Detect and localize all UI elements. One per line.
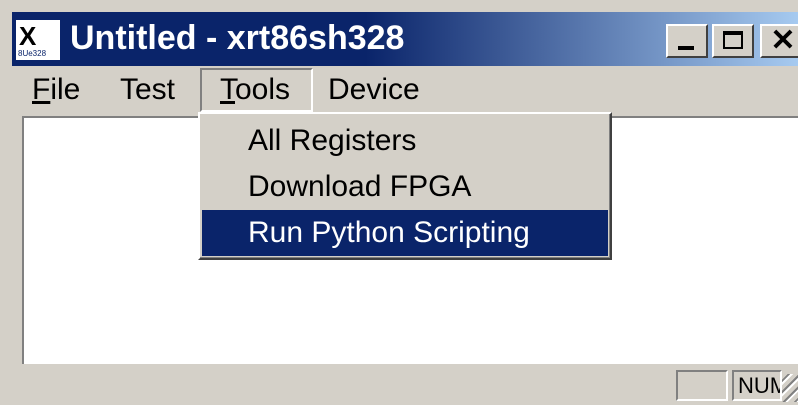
tools-dropdown-menu: All Registers Download FPGA Run Python S…: [198, 112, 612, 260]
title-bar[interactable]: X 8Ue328 Untitled - xrt86sh328 ✕: [12, 12, 798, 66]
close-icon: ✕: [770, 24, 796, 57]
menu-tools[interactable]: Tools: [200, 68, 313, 112]
num-lock-indicator: NUM: [732, 370, 782, 401]
menu-file[interactable]: File: [32, 68, 80, 112]
app-icon[interactable]: X 8Ue328: [16, 20, 60, 60]
menu-test-label: Test: [120, 73, 176, 106]
menu-item-download-fpga[interactable]: Download FPGA: [202, 164, 608, 210]
maximize-icon: [723, 31, 743, 49]
status-panel: [676, 370, 728, 401]
app-icon-label: 8Ue328: [18, 49, 47, 58]
close-button[interactable]: ✕: [760, 24, 798, 58]
minimize-button[interactable]: [666, 24, 708, 58]
resize-grip-icon[interactable]: [782, 374, 798, 402]
menu-tools-mnemonic: T: [220, 73, 235, 106]
menu-item-run-python-scripting[interactable]: Run Python Scripting: [202, 210, 608, 256]
maximize-button[interactable]: [712, 24, 754, 58]
menu-bar: File Test Tools Device: [12, 68, 798, 112]
menu-device-label: Device: [328, 73, 420, 106]
menu-item-all-registers[interactable]: All Registers: [202, 118, 608, 164]
app-icon-logo: X: [19, 21, 36, 51]
menu-file-mnemonic: F: [32, 73, 51, 106]
minimize-icon: [678, 46, 694, 50]
status-bar: NUM: [12, 366, 798, 405]
menu-test[interactable]: Test: [120, 68, 175, 112]
menu-device[interactable]: Device: [328, 68, 420, 112]
menu-file-label: ile: [50, 73, 81, 106]
app-window: X 8Ue328 Untitled - xrt86sh328 ✕ File Te…: [0, 0, 798, 405]
menu-tools-label: ools: [235, 73, 291, 106]
window-title: Untitled - xrt86sh328: [70, 19, 405, 57]
